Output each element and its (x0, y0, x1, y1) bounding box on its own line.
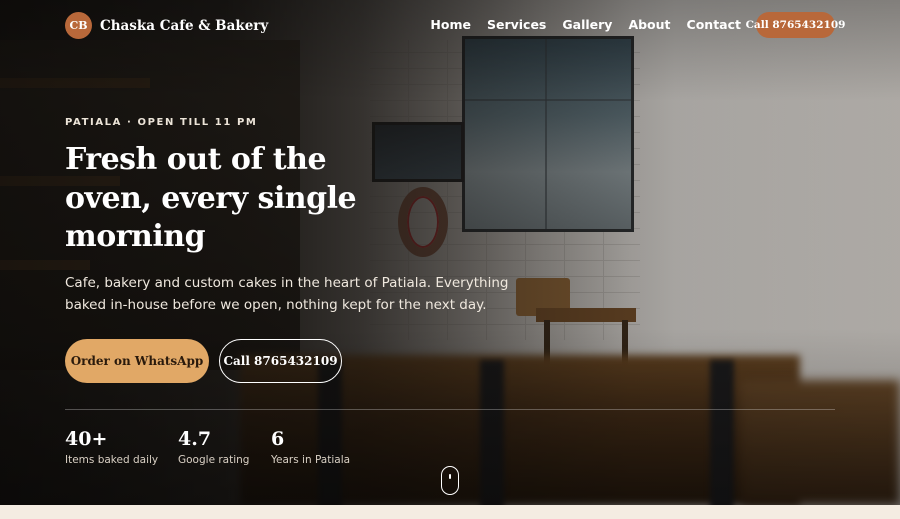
nav-links: Home Services Gallery About Contact (430, 17, 741, 32)
hero-subcopy: Cafe, bakery and custom cakes in the hea… (65, 275, 509, 313)
stat-label: Items baked daily (65, 454, 159, 466)
hero-eyebrow: PATIALA · OPEN TILL 11 PM (65, 117, 258, 128)
stat-google-rating: 4.7 Google rating (178, 427, 249, 466)
nav-link-contact[interactable]: Contact (687, 17, 741, 32)
scroll-wheel-dot (448, 474, 451, 479)
stat-years: 6 Years in Patiala (271, 427, 350, 466)
nav-call-button[interactable]: Call 8765432109 (746, 12, 845, 38)
stat-value: 40+ (65, 428, 108, 450)
nav-link-about[interactable]: About (628, 17, 670, 32)
brand-badge: CB (65, 12, 92, 39)
stat-label: Years in Patiala (271, 454, 351, 466)
stat-items-baked: 40+ Items baked daily (65, 427, 158, 466)
top-navigation: CB Chaska Cafe & Bakery Home Services Ga… (0, 0, 900, 50)
stats-divider (65, 409, 835, 410)
stat-value: 4.7 (178, 428, 212, 450)
nav-link-gallery[interactable]: Gallery (562, 17, 612, 32)
call-button[interactable]: Call 8765432109 (219, 339, 342, 383)
order-whatsapp-button[interactable]: Order on WhatsApp (65, 339, 209, 383)
nav-link-home[interactable]: Home (430, 17, 471, 32)
brand-logo-link[interactable]: CB Chaska Cafe & Bakery (65, 12, 268, 39)
stat-value: 6 (271, 428, 285, 450)
hero-headline: Fresh out of the oven, every single morn… (65, 142, 357, 254)
hero-section: CB Chaska Cafe & Bakery Home Services Ga… (0, 0, 900, 505)
nav-link-services[interactable]: Services (487, 17, 546, 32)
next-section-edge (0, 505, 900, 519)
brand-name: Chaska Cafe & Bakery (100, 17, 269, 34)
mouse-scroll-icon[interactable] (441, 466, 459, 495)
stat-label: Google rating (178, 454, 250, 466)
